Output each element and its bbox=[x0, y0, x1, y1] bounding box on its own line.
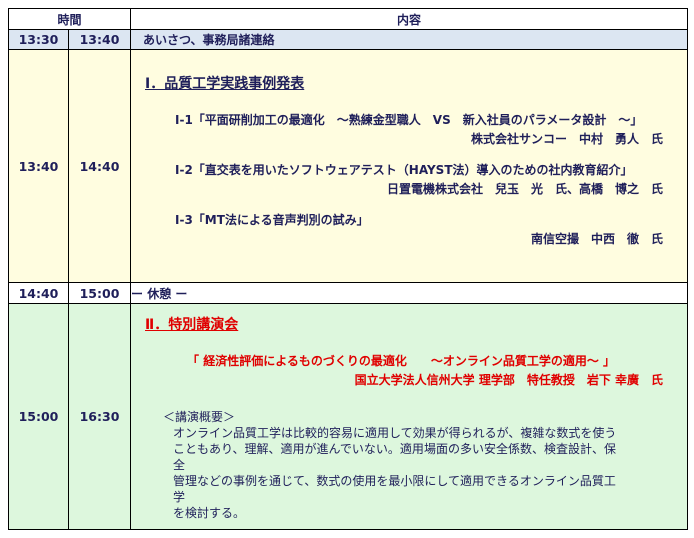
break-content: ー 休憩 ー bbox=[130, 282, 688, 304]
talk-speaker: 日置電機株式会社 兒玉 光 氏、高橋 博之 氏 bbox=[386, 182, 663, 196]
start-time: 14:40 bbox=[8, 282, 69, 304]
end-time: 15:00 bbox=[67, 282, 132, 304]
talk-title: Ⅰ-2「直交表を用いたソフトウェアテスト（HAYST法）導入のための社内教育紹介… bbox=[175, 163, 633, 177]
table-row: 13:40 14:40 Ⅰ．品質工学実践事例発表 Ⅰ-1「平面研削加工の最適化 … bbox=[8, 49, 688, 283]
talk-title: Ⅰ-1「平面研削加工の最適化 ～熟練金型職人 VS 新入社員のパラメータ設計 ～… bbox=[175, 113, 643, 127]
header-row: 時間 内容 bbox=[7, 8, 688, 30]
overview-heading: ＜講演概要＞ bbox=[163, 410, 236, 424]
start-time: 15:00 bbox=[8, 303, 69, 530]
content-header: 内容 bbox=[130, 8, 688, 30]
end-time: 13:40 bbox=[67, 29, 132, 50]
overview-line: オンライン品質工学は比較的容易に適用して効果が得られるが、複雑な数式を使う bbox=[173, 426, 617, 440]
section2-cell: Ⅱ．特別講演会 「 経済性評価によるものづくりの最適化 ～オンライン品質工学の適… bbox=[130, 303, 688, 530]
talk-title: Ⅰ-3「MT法による音声判別の試み」 bbox=[175, 213, 369, 227]
table-row: 14:40 15:00 ー 休憩 ー bbox=[8, 282, 688, 304]
special-talk-title: 「 経済性評価によるものづくりの最適化 ～オンライン品質工学の適用～ 」 bbox=[187, 354, 616, 368]
section2-title: Ⅱ．特別講演会 bbox=[145, 317, 239, 333]
table-row: 13:30 13:40 あいさつ、事務局諸連絡 bbox=[8, 29, 688, 50]
schedule-table: 時間 内容 13:30 13:40 あいさつ、事務局諸連絡 13:40 14:4… bbox=[7, 8, 688, 530]
talk-speaker: 南信空撮 中西 徹 氏 bbox=[530, 232, 663, 246]
end-time: 14:40 bbox=[67, 49, 132, 283]
start-time: 13:30 bbox=[8, 29, 69, 50]
special-talk-speaker: 国立大学法人信州大学 理学部 特任教授 岩下 幸廣 氏 bbox=[354, 373, 663, 387]
talk-speaker: 株式会社サンコー 中村 勇人 氏 bbox=[470, 132, 663, 146]
opening-content: あいさつ、事務局諸連絡 bbox=[130, 29, 688, 50]
section1-cell: Ⅰ．品質工学実践事例発表 Ⅰ-1「平面研削加工の最適化 ～熟練金型職人 VS 新… bbox=[130, 49, 688, 283]
end-time: 16:30 bbox=[67, 303, 132, 530]
overview-line: こともあり、理解、適用が進んでいない。適用場面の多い安全係数、検査設計、保全 bbox=[173, 442, 616, 472]
section1-title: Ⅰ．品質工学実践事例発表 bbox=[145, 76, 305, 92]
start-time: 13:40 bbox=[8, 49, 69, 283]
time-header: 時間 bbox=[7, 8, 132, 30]
overview-line: 管理などの事例を通じて、数式の使用を最小限にして適用できるオンライン品質工学 bbox=[173, 474, 616, 504]
overview-line: を検討する。 bbox=[173, 506, 246, 520]
table-row: 15:00 16:30 Ⅱ．特別講演会 「 経済性評価によるものづくりの最適化 … bbox=[8, 303, 688, 530]
overview-body: オンライン品質工学は比較的容易に適用して効果が得られるが、複雑な数式を使う こと… bbox=[173, 425, 623, 521]
